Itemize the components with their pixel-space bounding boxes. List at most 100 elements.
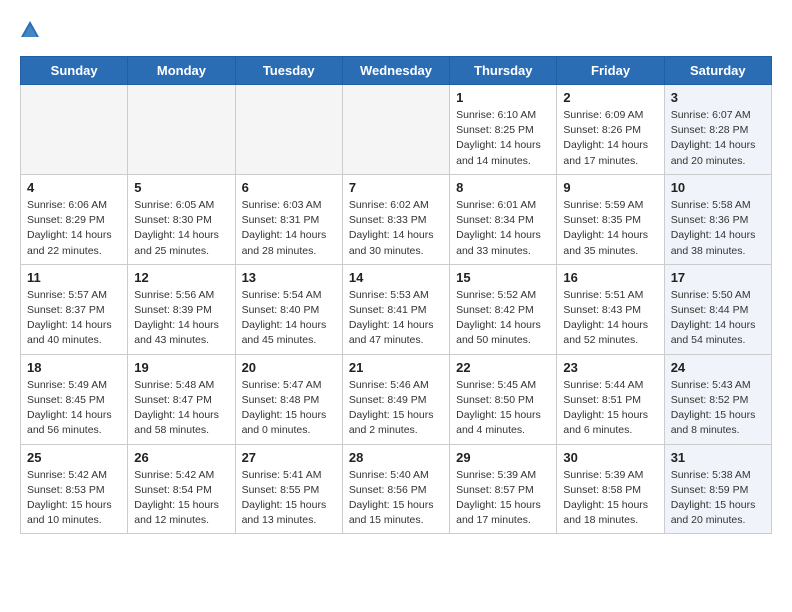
calendar-cell: 17Sunrise: 5:50 AM Sunset: 8:44 PM Dayli…	[664, 264, 771, 354]
day-number: 27	[242, 450, 336, 465]
day-number: 4	[27, 180, 121, 195]
calendar-cell	[342, 85, 449, 175]
day-number: 21	[349, 360, 443, 375]
day-number: 29	[456, 450, 550, 465]
calendar-week-0: 1Sunrise: 6:10 AM Sunset: 8:25 PM Daylig…	[21, 85, 772, 175]
calendar-cell: 8 Sunrise: 6:01 AM Sunset: 8:34 PM Daylig…	[450, 174, 557, 264]
weekday-header-saturday: Saturday	[664, 57, 771, 85]
day-info: Sunrise: 5:44 AM Sunset: 8:51 PM Dayligh…	[563, 378, 657, 439]
day-info: Sunrise: 6:05 AM Sunset: 8:30 PM Dayligh…	[134, 198, 228, 259]
calendar-cell: 13 Sunrise: 5:54 AM Sunset: 8:40 PM Dayli…	[235, 264, 342, 354]
day-number: 30	[563, 450, 657, 465]
calendar-cell: 22 Sunrise: 5:45 AM Sunset: 8:50 PM Dayli…	[450, 354, 557, 444]
calendar-cell: 4 Sunrise: 6:06 AM Sunset: 8:29 PM Daylig…	[21, 174, 128, 264]
day-info: Sunrise: 5:45 AM Sunset: 8:50 PM Dayligh…	[456, 378, 550, 439]
day-info: Sunrise: 5:50 AM Sunset: 8:44 PM Dayligh…	[671, 288, 765, 349]
day-info: Sunrise: 5:48 AM Sunset: 8:47 PM Dayligh…	[134, 378, 228, 439]
day-info: Sunrise: 5:51 AM Sunset: 8:43 PM Dayligh…	[563, 288, 657, 349]
calendar-cell: 6Sunrise: 6:03 AM Sunset: 8:31 PM Daylig…	[235, 174, 342, 264]
day-info: Sunrise: 5:38 AM Sunset: 8:59 PM Dayligh…	[671, 468, 765, 529]
calendar-cell: 28 Sunrise: 5:40 AM Sunset: 8:56 PM Dayli…	[342, 444, 449, 534]
day-info: Sunrise: 5:40 AM Sunset: 8:56 PM Dayligh…	[349, 468, 443, 529]
day-info: Sunrise: 5:59 AM Sunset: 8:35 PM Dayligh…	[563, 198, 657, 259]
day-number: 28	[349, 450, 443, 465]
day-number: 31	[671, 450, 765, 465]
calendar-cell	[21, 85, 128, 175]
calendar-week-4: 25 Sunrise: 5:42 AM Sunset: 8:53 PM Dayli…	[21, 444, 772, 534]
day-number: 25	[27, 450, 121, 465]
day-info: Sunrise: 5:56 AM Sunset: 8:39 PM Dayligh…	[134, 288, 228, 349]
weekday-header-monday: Monday	[128, 57, 235, 85]
day-info: Sunrise: 5:57 AM Sunset: 8:37 PM Dayligh…	[27, 288, 121, 349]
day-info: Sunrise: 6:01 AM Sunset: 8:34 PM Dayligh…	[456, 198, 550, 259]
calendar-week-3: 18Sunrise: 5:49 AM Sunset: 8:45 PM Dayli…	[21, 354, 772, 444]
weekday-header-thursday: Thursday	[450, 57, 557, 85]
day-info: Sunrise: 6:07 AM Sunset: 8:28 PM Dayligh…	[671, 108, 765, 169]
calendar-week-2: 11Sunrise: 5:57 AM Sunset: 8:37 PM Dayli…	[21, 264, 772, 354]
day-number: 23	[563, 360, 657, 375]
day-number: 19	[134, 360, 228, 375]
calendar-cell: 5 Sunrise: 6:05 AM Sunset: 8:30 PM Daylig…	[128, 174, 235, 264]
calendar-cell: 26 Sunrise: 5:42 AM Sunset: 8:54 PM Dayli…	[128, 444, 235, 534]
calendar-cell: 24 Sunrise: 5:43 AM Sunset: 8:52 PM Dayli…	[664, 354, 771, 444]
day-number: 16	[563, 270, 657, 285]
calendar-cell: 11Sunrise: 5:57 AM Sunset: 8:37 PM Dayli…	[21, 264, 128, 354]
day-info: Sunrise: 5:54 AM Sunset: 8:40 PM Dayligh…	[242, 288, 336, 349]
day-info: Sunrise: 6:10 AM Sunset: 8:25 PM Dayligh…	[456, 108, 550, 169]
calendar-table: SundayMondayTuesdayWednesdayThursdayFrid…	[20, 56, 772, 534]
calendar-cell: 21Sunrise: 5:46 AM Sunset: 8:49 PM Dayli…	[342, 354, 449, 444]
day-info: Sunrise: 6:03 AM Sunset: 8:31 PM Dayligh…	[242, 198, 336, 259]
calendar-cell: 25 Sunrise: 5:42 AM Sunset: 8:53 PM Dayli…	[21, 444, 128, 534]
weekday-header-wednesday: Wednesday	[342, 57, 449, 85]
page-header	[20, 20, 772, 40]
calendar-cell: 31 Sunrise: 5:38 AM Sunset: 8:59 PM Dayli…	[664, 444, 771, 534]
day-number: 3	[671, 90, 765, 105]
day-info: Sunrise: 5:42 AM Sunset: 8:54 PM Dayligh…	[134, 468, 228, 529]
day-info: Sunrise: 5:43 AM Sunset: 8:52 PM Dayligh…	[671, 378, 765, 439]
calendar-cell: 23 Sunrise: 5:44 AM Sunset: 8:51 PM Dayli…	[557, 354, 664, 444]
weekday-header-tuesday: Tuesday	[235, 57, 342, 85]
day-info: Sunrise: 5:58 AM Sunset: 8:36 PM Dayligh…	[671, 198, 765, 259]
calendar-cell: 20Sunrise: 5:47 AM Sunset: 8:48 PM Dayli…	[235, 354, 342, 444]
logo	[20, 20, 46, 40]
day-info: Sunrise: 5:41 AM Sunset: 8:55 PM Dayligh…	[242, 468, 336, 529]
day-number: 2	[563, 90, 657, 105]
day-info: Sunrise: 6:02 AM Sunset: 8:33 PM Dayligh…	[349, 198, 443, 259]
day-number: 13	[242, 270, 336, 285]
calendar-cell: 10 Sunrise: 5:58 AM Sunset: 8:36 PM Dayli…	[664, 174, 771, 264]
weekday-header-sunday: Sunday	[21, 57, 128, 85]
day-number: 15	[456, 270, 550, 285]
day-number: 9	[563, 180, 657, 195]
calendar-cell: 14 Sunrise: 5:53 AM Sunset: 8:41 PM Dayli…	[342, 264, 449, 354]
day-number: 12	[134, 270, 228, 285]
calendar-cell: 29 Sunrise: 5:39 AM Sunset: 8:57 PM Dayli…	[450, 444, 557, 534]
day-info: Sunrise: 5:49 AM Sunset: 8:45 PM Dayligh…	[27, 378, 121, 439]
calendar-week-1: 4 Sunrise: 6:06 AM Sunset: 8:29 PM Daylig…	[21, 174, 772, 264]
calendar-body: 1Sunrise: 6:10 AM Sunset: 8:25 PM Daylig…	[21, 85, 772, 534]
day-info: Sunrise: 6:09 AM Sunset: 8:26 PM Dayligh…	[563, 108, 657, 169]
calendar-cell: 2 Sunrise: 6:09 AM Sunset: 8:26 PM Daylig…	[557, 85, 664, 175]
calendar-cell: 3 Sunrise: 6:07 AM Sunset: 8:28 PM Daylig…	[664, 85, 771, 175]
day-number: 22	[456, 360, 550, 375]
calendar-cell: 15Sunrise: 5:52 AM Sunset: 8:42 PM Dayli…	[450, 264, 557, 354]
calendar-cell: 9 Sunrise: 5:59 AM Sunset: 8:35 PM Daylig…	[557, 174, 664, 264]
day-number: 8	[456, 180, 550, 195]
day-info: Sunrise: 5:39 AM Sunset: 8:57 PM Dayligh…	[456, 468, 550, 529]
day-info: Sunrise: 5:39 AM Sunset: 8:58 PM Dayligh…	[563, 468, 657, 529]
day-number: 24	[671, 360, 765, 375]
calendar-cell: 18Sunrise: 5:49 AM Sunset: 8:45 PM Dayli…	[21, 354, 128, 444]
day-number: 5	[134, 180, 228, 195]
day-info: Sunrise: 6:06 AM Sunset: 8:29 PM Dayligh…	[27, 198, 121, 259]
calendar-cell: 30 Sunrise: 5:39 AM Sunset: 8:58 PM Dayli…	[557, 444, 664, 534]
day-number: 26	[134, 450, 228, 465]
calendar-cell	[235, 85, 342, 175]
day-info: Sunrise: 5:53 AM Sunset: 8:41 PM Dayligh…	[349, 288, 443, 349]
calendar-cell: 12 Sunrise: 5:56 AM Sunset: 8:39 PM Dayli…	[128, 264, 235, 354]
day-info: Sunrise: 5:42 AM Sunset: 8:53 PM Dayligh…	[27, 468, 121, 529]
day-number: 10	[671, 180, 765, 195]
day-info: Sunrise: 5:47 AM Sunset: 8:48 PM Dayligh…	[242, 378, 336, 439]
day-number: 14	[349, 270, 443, 285]
calendar-cell: 16 Sunrise: 5:51 AM Sunset: 8:43 PM Dayli…	[557, 264, 664, 354]
logo-icon	[20, 20, 40, 40]
calendar-cell: 1Sunrise: 6:10 AM Sunset: 8:25 PM Daylig…	[450, 85, 557, 175]
